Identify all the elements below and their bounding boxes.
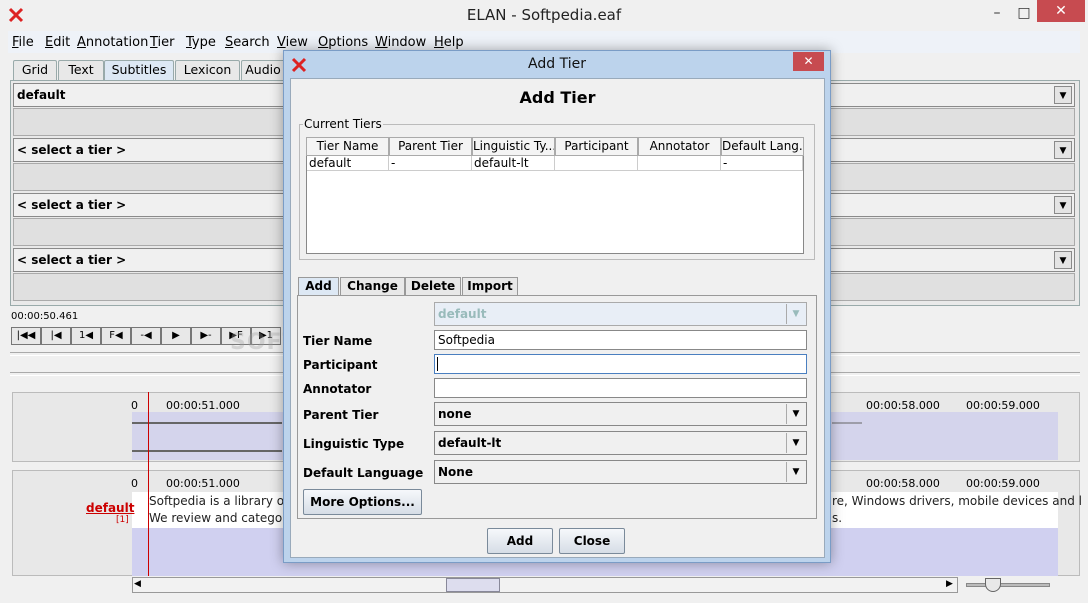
tab-delete[interactable]: Delete <box>405 277 461 296</box>
chevron-down-icon: ▼ <box>1054 251 1072 269</box>
annotation-text[interactable]: s. <box>832 511 842 525</box>
next-pixel-button[interactable]: ▶- <box>191 327 221 345</box>
menu-view[interactable]: View <box>277 35 308 50</box>
ruler-label: 00:00:51.000 <box>166 399 240 412</box>
chevron-down-icon: ▼ <box>786 404 805 424</box>
menu-type[interactable]: Type <box>186 35 216 50</box>
more-options-button[interactable]: More Options... <box>303 489 422 515</box>
scroll-right-icon[interactable]: ▶ <box>946 579 953 589</box>
chevron-down-icon: ▼ <box>1054 196 1072 214</box>
close-button[interactable]: Close <box>559 528 625 554</box>
ruler-label: 00:00:58.000 <box>866 477 940 490</box>
annotator-field[interactable] <box>434 378 807 398</box>
annotation-text[interactable]: We review and categoriz <box>149 511 297 525</box>
column-header-tier-name[interactable]: Tier Name <box>306 137 389 156</box>
tab-text[interactable]: Text <box>58 60 104 80</box>
menu-file[interactable]: File <box>12 35 34 50</box>
tab-lexicon[interactable]: Lexicon <box>175 60 240 80</box>
waveform-line <box>132 422 282 424</box>
play-button[interactable]: ▶ <box>161 327 191 345</box>
table-cell[interactable] <box>638 156 721 171</box>
tier-select-disabled: default ▼ <box>434 302 807 326</box>
linguistic-type-label: Linguistic Type <box>303 437 405 451</box>
menu-window[interactable]: Window <box>375 35 426 50</box>
tab-grid[interactable]: Grid <box>13 60 57 80</box>
column-header-parent-tier[interactable]: Parent Tier <box>389 137 472 156</box>
ruler-label: 00:00:59.000 <box>966 399 1040 412</box>
text-caret <box>437 357 438 371</box>
current-tiers-label: Current Tiers <box>303 117 383 131</box>
media-timecode: 00:00:50.461 <box>11 311 79 322</box>
default-language-label: Default Language <box>303 466 424 480</box>
chevron-down-icon: ▼ <box>786 304 805 324</box>
menu-tier[interactable]: Tier <box>150 35 175 50</box>
dialog-title: Add Tier <box>528 56 586 72</box>
previous-pixel-button[interactable]: -◀ <box>131 327 161 345</box>
annotation-text[interactable]: Softpedia is a library of c <box>149 494 299 508</box>
tab-import[interactable]: Import <box>462 277 518 296</box>
chevron-down-icon: ▼ <box>1054 86 1072 104</box>
ruler-start: 0 <box>131 399 138 412</box>
participant-label: Participant <box>303 358 378 372</box>
previous-frame-button[interactable]: |◀ <box>41 327 71 345</box>
ruler-start: 0 <box>131 477 138 490</box>
window-title: ELAN - Softpedia.eaf <box>466 6 622 24</box>
menu-search[interactable]: Search <box>225 35 270 50</box>
tab-change[interactable]: Change <box>340 277 405 296</box>
parent-tier-select[interactable]: none ▼ <box>434 402 807 426</box>
scrollbar-thumb[interactable] <box>446 578 500 592</box>
annotation-text[interactable]: re, Windows drivers, mobile devices and … <box>832 494 1082 508</box>
menu-edit[interactable]: Edit <box>45 35 70 50</box>
ruler-label: 00:00:58.000 <box>866 399 940 412</box>
tab-subtitles[interactable]: Subtitles <box>104 60 174 80</box>
annotator-label: Annotator <box>303 382 372 396</box>
dialog-close-button[interactable]: ✕ <box>793 52 824 71</box>
previous-second-button[interactable]: 1◀ <box>71 327 101 345</box>
maximize-button[interactable]: □ <box>1011 3 1037 23</box>
parent-tier-label: Parent Tier <box>303 408 379 422</box>
tab-add[interactable]: Add <box>298 277 339 296</box>
zoom-slider-knob[interactable] <box>985 578 1001 592</box>
column-header-participant[interactable]: Participant <box>555 137 638 156</box>
previous-frame-f-button[interactable]: F◀ <box>101 327 131 345</box>
table-cell[interactable] <box>555 156 638 171</box>
playhead-cursor <box>148 392 149 576</box>
window-close-button[interactable]: ✕ <box>1037 0 1085 22</box>
go-to-begin-button[interactable]: |◀◀ <box>11 327 41 345</box>
dialog-heading: Add Tier <box>519 88 596 107</box>
chevron-down-icon: ▼ <box>786 462 805 482</box>
table-cell[interactable]: - <box>389 156 472 171</box>
participant-field[interactable] <box>434 354 807 374</box>
horizontal-scrollbar[interactable] <box>132 577 958 593</box>
table-cell[interactable]: - <box>721 156 803 171</box>
column-header-linguistic-type[interactable]: Linguistic Ty... <box>472 137 555 156</box>
menu-options[interactable]: Options <box>318 35 368 50</box>
minimize-button[interactable]: – <box>984 3 1010 23</box>
column-header-annotator[interactable]: Annotator <box>638 137 721 156</box>
table-cell[interactable]: default-lt <box>472 156 555 171</box>
tier-annotation-count: [1] <box>116 515 129 525</box>
waveform-line <box>132 450 282 452</box>
tab-audio[interactable]: Audio <box>241 60 285 80</box>
chevron-down-icon: ▼ <box>786 433 805 453</box>
add-button[interactable]: Add <box>487 528 553 554</box>
column-header-default-language[interactable]: Default Lang... <box>721 137 804 156</box>
waveform-line <box>832 422 862 424</box>
tier-name-label: Tier Name <box>303 334 373 348</box>
chevron-down-icon: ▼ <box>1054 141 1072 159</box>
ruler-label: 00:00:59.000 <box>966 477 1040 490</box>
ruler-label: 00:00:51.000 <box>166 477 240 490</box>
table-cell[interactable]: default <box>307 156 389 171</box>
tier-label[interactable]: default <box>86 501 134 515</box>
default-language-select[interactable]: None ▼ <box>434 460 807 484</box>
zoom-slider[interactable] <box>966 583 1050 587</box>
menu-help[interactable]: Help <box>434 35 464 50</box>
menu-annotation[interactable]: Annotation <box>77 35 148 50</box>
linguistic-type-select[interactable]: default-lt ▼ <box>434 431 807 455</box>
scroll-left-icon[interactable]: ◀ <box>134 579 141 589</box>
tier-name-field[interactable]: Softpedia <box>434 330 807 350</box>
